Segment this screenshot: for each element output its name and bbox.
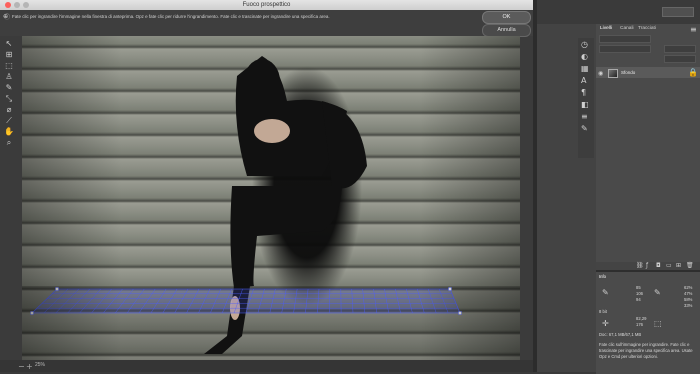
eyedropper-sample-icon: ✎ (602, 288, 609, 298)
visibility-eye-icon[interactable]: ◉ (598, 69, 603, 79)
crosshair-icon: ✛ (602, 319, 609, 329)
transform-icon[interactable]: ⤡ (3, 94, 15, 104)
doc-size: Doc: 67,1 MB/67,1 MB (599, 332, 641, 337)
measure-icon[interactable]: ⟋ (3, 116, 15, 126)
preview-canvas[interactable] (22, 36, 520, 360)
eyedropper-icon[interactable]: ⌀ (3, 105, 15, 115)
zoom-in-icon[interactable]: + (26, 362, 33, 372)
paragraph-icon[interactable]: ¶ (581, 88, 586, 98)
layers-panel: Livelli Canali Tracciati ≡ ◉ Sfondo 🔒 (596, 24, 700, 270)
info-y-coord-value: 176 (636, 322, 643, 327)
tab-paths[interactable]: Tracciati (638, 26, 656, 31)
edit-plane-icon[interactable]: ↖ (3, 39, 15, 49)
tab-channels[interactable]: Canali (620, 26, 634, 31)
info-help-text: Fate clic sull'immagine per ingrandire. … (599, 342, 697, 360)
info-m-value: 47% (684, 291, 692, 296)
opacity-field[interactable] (664, 45, 696, 53)
swatches-icon[interactable]: ▦ (581, 64, 589, 74)
info-k-value: 33% (684, 303, 692, 308)
info-bit-depth: 8 bit (599, 309, 607, 314)
zoom-level[interactable]: 25% (35, 362, 45, 368)
eyedropper-cmyk-icon: ✎ (654, 288, 661, 298)
brushes-icon[interactable]: ✎ (581, 124, 588, 134)
layers-footer: ⛓ ƒ ◘ ▭ ⊞ 🗑 (596, 262, 700, 270)
tab-info[interactable]: Info (599, 274, 606, 279)
info-y-value: 58% (684, 297, 692, 302)
stamp-icon[interactable]: ♙ (3, 72, 15, 82)
perspective-dialog: Fuoco prospettico ⊕ ⓘ Fate clic per ingr… (0, 0, 533, 372)
info-c-value: 62% (684, 285, 692, 290)
workspace-switcher[interactable] (662, 7, 694, 17)
info-x-value: 82,29 (636, 316, 646, 321)
hint-text: Fate clic per ingrandire l'immagine nell… (12, 14, 330, 19)
fill-field[interactable] (664, 55, 696, 63)
info-r-value: 85 (636, 285, 641, 290)
photoshop-panel-icons: ◷ ◐ ▦ A ¶ ◧ ≡ ✎ (578, 38, 594, 158)
create-plane-icon[interactable]: ⊞ (3, 50, 15, 60)
info-icon: ⓘ (4, 13, 10, 23)
panel-menu-icon[interactable]: ≡ (690, 25, 697, 35)
info-b-value: 94 (636, 297, 641, 302)
history-icon[interactable]: ◷ (581, 40, 588, 50)
options-bar (537, 0, 700, 24)
canvas-vignette (22, 36, 520, 360)
status-bar: − + (0, 360, 533, 372)
selection-size-icon: ⬚ (654, 319, 662, 329)
blend-mode-select[interactable] (599, 45, 651, 53)
brush-icon[interactable]: ✎ (3, 83, 15, 93)
layer-name: Sfondo (621, 70, 635, 75)
ok-button[interactable]: OK (482, 11, 531, 24)
tools-panel: ↖ ⊞ ⬚ ♙ ✎ ⤡ ⌀ ⟋ ✋ ⌕ (0, 36, 18, 360)
layer-thumbnail (608, 69, 618, 78)
properties-icon[interactable]: ≡ (581, 112, 588, 122)
zoom-icon[interactable]: ⌕ (3, 138, 15, 148)
layer-filter-kind[interactable] (599, 35, 651, 43)
lock-icon: 🔒 (688, 68, 698, 78)
dialog-title: Fuoco prospettico (0, 0, 533, 10)
marquee-icon[interactable]: ⬚ (3, 61, 15, 71)
adjustments-icon[interactable]: ◧ (581, 100, 589, 110)
character-icon[interactable]: A (581, 76, 586, 86)
zoom-out-icon[interactable]: − (18, 362, 25, 372)
tab-layers[interactable]: Livelli (600, 26, 612, 31)
info-g-value: 106 (636, 291, 643, 296)
info-panel: Info ✎ 85 106 94 ✎ 62% 47% 58% 33% 8 bit… (596, 270, 700, 374)
color-icon[interactable]: ◐ (581, 52, 588, 62)
hand-icon[interactable]: ✋ (3, 127, 15, 137)
